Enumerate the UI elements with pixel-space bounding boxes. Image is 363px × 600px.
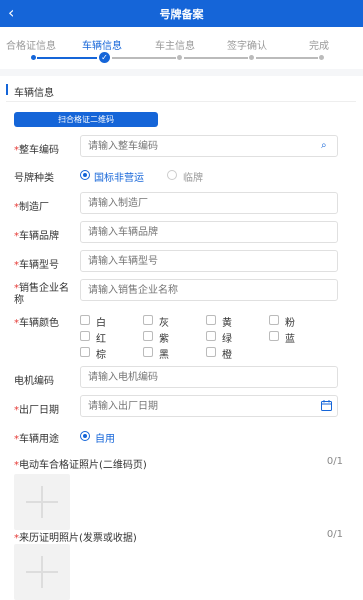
step-line-1	[37, 57, 97, 59]
color-checkbox-yellow[interactable]	[206, 315, 216, 325]
brand-label: *车辆品牌	[14, 231, 59, 242]
manufacturer-label: *制造厂	[14, 202, 49, 213]
step-line-3	[184, 57, 248, 59]
color-checkbox-blue[interactable]	[269, 331, 279, 341]
color-option-pink[interactable]: 粉	[285, 314, 295, 329]
section-accent-bar	[6, 84, 8, 95]
section-title: 车辆信息	[14, 88, 54, 99]
progress-steps: 合格证信息 车辆信息 车主信息 签字确认 完成	[0, 27, 363, 69]
plate-type-label: 号牌种类	[14, 173, 54, 184]
color-option-yellow[interactable]: 黄	[222, 314, 232, 329]
upload-certificate-title: *电动车合格证照片(二维码页)	[14, 460, 147, 471]
color-option-blue[interactable]: 蓝	[285, 330, 295, 345]
color-option-white[interactable]: 白	[96, 314, 106, 329]
step-2-label: 车辆信息	[82, 41, 122, 52]
color-option-orange[interactable]: 橙	[222, 346, 232, 361]
color-checkbox-red[interactable]	[80, 331, 90, 341]
step-2-check-icon: ✓	[99, 52, 110, 63]
section-divider	[6, 101, 356, 102]
usage-radio-personal[interactable]	[80, 431, 90, 441]
calendar-icon[interactable]	[321, 400, 332, 411]
step-1-label: 合格证信息	[6, 41, 56, 52]
search-icon[interactable]: ⌕	[321, 140, 327, 151]
color-option-green[interactable]: 绿	[222, 330, 232, 345]
color-option-red[interactable]: 红	[96, 330, 106, 345]
step-3-label: 车主信息	[155, 41, 195, 52]
plus-icon-vertical	[41, 486, 43, 518]
motor-label: 电机编码	[14, 376, 54, 387]
color-option-black[interactable]: 黑	[159, 346, 169, 361]
color-checkbox-white[interactable]	[80, 315, 90, 325]
usage-option-personal[interactable]: 自用	[95, 430, 115, 445]
plate-type-radio-standard[interactable]	[80, 170, 90, 180]
step-1-dot	[31, 55, 36, 60]
factory-date-label: *出厂日期	[14, 405, 59, 416]
color-option-purple[interactable]: 紫	[159, 330, 169, 345]
app-header: ‹ 号牌备案	[0, 0, 363, 27]
color-checkbox-green[interactable]	[206, 331, 216, 341]
color-checkbox-purple[interactable]	[143, 331, 153, 341]
upload-invoice-count: 0/1	[326, 529, 343, 540]
vin-label: *整车编码	[14, 145, 59, 156]
upload-invoice-title: *来历证明照片(发票或收据)	[14, 533, 137, 544]
step-4-label: 签字确认	[227, 41, 267, 52]
plate-type-option-standard[interactable]: 国标非营运	[94, 169, 144, 184]
step-5-label: 完成	[309, 41, 329, 52]
brand-input[interactable]	[80, 221, 338, 243]
step-5-dot	[319, 55, 324, 60]
manufacturer-input[interactable]	[80, 192, 338, 214]
upload-certificate-button[interactable]	[14, 474, 70, 530]
usage-label: *车辆用途	[14, 434, 59, 445]
color-checkbox-black[interactable]	[143, 347, 153, 357]
color-checkbox-gray[interactable]	[143, 315, 153, 325]
step-line-2	[112, 57, 176, 59]
vin-input[interactable]	[80, 135, 338, 157]
step-4-dot	[249, 55, 254, 60]
color-checkbox-pink[interactable]	[269, 315, 279, 325]
factory-date-input[interactable]	[80, 395, 338, 417]
step-3-dot	[177, 55, 182, 60]
step-line-4	[256, 57, 318, 59]
model-label: *车辆型号	[14, 260, 59, 271]
page-title: 号牌备案	[159, 8, 204, 21]
motor-input[interactable]	[80, 366, 338, 388]
dealer-label-line2: 称	[14, 295, 24, 306]
color-checkbox-brown[interactable]	[80, 347, 90, 357]
dealer-input[interactable]	[80, 279, 338, 301]
scan-qr-button[interactable]: 扫合格证二维码	[14, 112, 158, 127]
plate-type-radio-temp[interactable]	[167, 170, 177, 180]
upload-invoice-button[interactable]	[14, 544, 70, 600]
color-option-brown[interactable]: 棕	[96, 346, 106, 361]
color-label: *车辆颜色	[14, 318, 59, 329]
upload-certificate-count: 0/1	[326, 456, 343, 467]
color-checkbox-orange[interactable]	[206, 347, 216, 357]
model-input[interactable]	[80, 250, 338, 272]
color-option-gray[interactable]: 灰	[159, 314, 169, 329]
plate-type-option-temp[interactable]: 临牌	[183, 169, 203, 184]
plus-icon-vertical	[41, 556, 43, 588]
